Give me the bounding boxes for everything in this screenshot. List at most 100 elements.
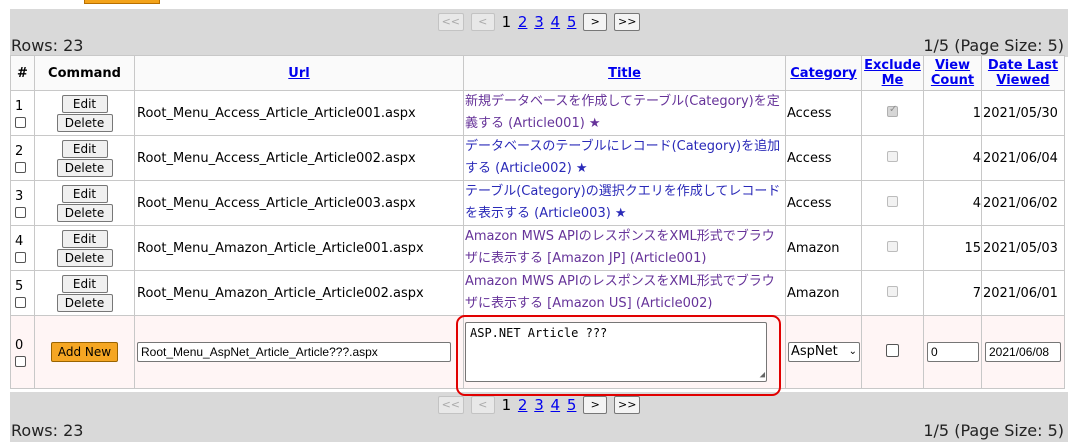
exclude-me-checkbox <box>887 285 898 297</box>
title-cell: Amazon MWS APIのレスポンスをXML形式でブラウザに表示する [Am… <box>463 270 786 316</box>
command-cell: Edit Delete <box>34 270 135 316</box>
pager-page-5[interactable]: 5 <box>567 12 577 32</box>
delete-button[interactable]: Delete <box>56 293 113 312</box>
category-cell: Amazon <box>785 270 862 316</box>
exclude-me-cell <box>861 270 924 316</box>
row-select-checkbox[interactable] <box>15 296 26 308</box>
row-number: 3 <box>15 188 24 204</box>
sort-exclude-me-link[interactable]: Exclude Me <box>864 58 921 88</box>
row-number-cell: 5 <box>10 270 35 316</box>
edit-button[interactable]: Edit <box>61 94 108 113</box>
title-cell: データベースのテーブルにレコード(Category)を追加する (Article… <box>463 135 786 181</box>
top-button-remnant[interactable] <box>84 0 160 4</box>
pager-first-button[interactable]: << <box>437 12 464 31</box>
delete-button[interactable]: Delete <box>56 158 113 177</box>
pager-page-3[interactable]: 3 <box>534 395 544 415</box>
title-textarea-value: ASP.NET Article ??? <box>470 326 608 340</box>
pager-band-top: << < 1 2 3 4 5 > >> Rows: 23 1/5 (Page S… <box>10 9 1068 57</box>
url-cell: Root_Menu_Access_Article_Article001.aspx <box>134 90 464 136</box>
view-count-cell: 15 <box>923 225 982 271</box>
table-row: 1 Edit Delete Root_Menu_Access_Article_A… <box>10 90 1065 136</box>
command-cell: Edit Delete <box>34 180 135 226</box>
url-cell: Root_Menu_Amazon_Article_Article001.aspx <box>134 225 464 271</box>
pager-first-button[interactable]: << <box>437 395 464 414</box>
title-link[interactable]: 新規データベースを作成してテーブル(Category)を定義する (Articl… <box>465 94 780 131</box>
row-number: 4 <box>15 233 24 249</box>
row-select-checkbox[interactable] <box>15 116 26 128</box>
pager-page-4[interactable]: 4 <box>551 12 561 32</box>
edit-button[interactable]: Edit <box>61 184 108 203</box>
row-select-checkbox[interactable] <box>15 161 26 173</box>
title-cell: 新規データベースを作成してテーブル(Category)を定義する (Articl… <box>463 90 786 136</box>
title-link[interactable]: テーブル(Category)の選択クエリを作成してレコードを表示する (Arti… <box>465 184 780 221</box>
pager-page-2[interactable]: 2 <box>518 12 528 32</box>
view-count-input[interactable]: 0 <box>927 342 979 362</box>
url-input[interactable]: Root_Menu_AspNet_Article_Article???.aspx <box>137 342 451 362</box>
command-cell: Add New <box>34 315 135 389</box>
pager-prev-button[interactable]: < <box>470 395 495 414</box>
resize-grip-icon[interactable]: ◢ <box>760 371 765 380</box>
rows-count: Rows: 23 <box>11 421 84 440</box>
exclude-me-cell <box>861 225 924 271</box>
pager-last-button[interactable]: >> <box>613 12 641 31</box>
col-header-title[interactable]: Title <box>463 55 786 91</box>
row-select-checkbox[interactable] <box>15 355 26 367</box>
view-count-cell: 4 <box>923 135 982 181</box>
view-count-cell: 4 <box>923 180 982 226</box>
date-last-viewed-cell: 2021/05/30 <box>981 90 1065 136</box>
row-select-checkbox[interactable] <box>15 251 26 263</box>
pager-page-4[interactable]: 4 <box>551 395 561 415</box>
title-link[interactable]: データベースのテーブルにレコード(Category)を追加する (Article… <box>465 139 780 176</box>
col-header-exclude-me[interactable]: Exclude Me <box>861 55 924 91</box>
date-input[interactable]: 2021/06/08 <box>985 342 1061 362</box>
row-number: 5 <box>15 278 24 294</box>
delete-button[interactable]: Delete <box>56 248 113 267</box>
pager-last-button[interactable]: >> <box>613 395 641 414</box>
title-textarea[interactable]: ASP.NET Article ??? ◢ <box>465 322 767 382</box>
category-cell: Access <box>785 135 862 181</box>
title-cell: テーブル(Category)の選択クエリを作成してレコードを表示する (Arti… <box>463 180 786 226</box>
pager-page-3[interactable]: 3 <box>534 12 544 32</box>
delete-button[interactable]: Delete <box>56 113 113 132</box>
table-row: 5 Edit Delete Root_Menu_Amazon_Article_A… <box>10 270 1065 316</box>
sort-category-link[interactable]: Category <box>790 66 856 81</box>
pager-prev-button[interactable]: < <box>470 12 495 31</box>
category-cell: Access <box>785 90 862 136</box>
title-link[interactable]: Amazon MWS APIのレスポンスをXML形式でブラウザに表示する [Am… <box>465 274 775 311</box>
pager-page-5[interactable]: 5 <box>567 395 577 415</box>
pager-next-button[interactable]: > <box>583 395 608 414</box>
col-header-url[interactable]: Url <box>134 55 464 91</box>
sort-title-link[interactable]: Title <box>608 66 641 81</box>
pager-bottom: << < 1 2 3 4 5 > >> <box>10 394 1068 415</box>
edit-button[interactable]: Edit <box>61 229 108 248</box>
col-header-command: Command <box>34 55 135 91</box>
edit-button[interactable]: Edit <box>61 274 108 293</box>
sort-view-count-link[interactable]: View Count <box>931 58 974 88</box>
sort-date-last-viewed-link[interactable]: Date Last Viewed <box>988 58 1058 88</box>
edit-button[interactable]: Edit <box>61 139 108 158</box>
col-header-date-last-viewed[interactable]: Date Last Viewed <box>981 55 1065 91</box>
pager-next-button[interactable]: > <box>583 12 608 31</box>
new-record-row: 0 Add New Root_Menu_AspNet_Article_Artic… <box>10 315 1065 389</box>
col-header-category[interactable]: Category <box>785 55 862 91</box>
date-last-viewed-cell: 2021/06/02 <box>981 180 1065 226</box>
header-row: # Command Url Title Category Exclude Me … <box>10 55 1065 91</box>
category-select[interactable]: AspNet ⌄ <box>788 342 860 362</box>
row-number: 1 <box>15 98 24 114</box>
add-new-button[interactable]: Add New <box>50 342 119 362</box>
delete-button[interactable]: Delete <box>56 203 113 222</box>
sort-url-link[interactable]: Url <box>288 66 309 81</box>
row-select-checkbox[interactable] <box>15 206 26 218</box>
top-strip <box>0 0 1070 8</box>
command-cell: Edit Delete <box>34 135 135 181</box>
title-link[interactable]: Amazon MWS APIのレスポンスをXML形式でブラウザに表示する [Am… <box>465 229 775 266</box>
rows-count: Rows: 23 <box>11 36 84 55</box>
col-header-num: # <box>10 55 35 91</box>
pager-top: << < 1 2 3 4 5 > >> <box>10 11 1068 32</box>
view-count-input-cell: 0 <box>923 315 982 389</box>
row-number-cell: 2 <box>10 135 35 181</box>
exclude-me-checkbox[interactable] <box>886 343 899 357</box>
col-header-view-count[interactable]: View Count <box>923 55 982 91</box>
command-cell: Edit Delete <box>34 90 135 136</box>
pager-page-2[interactable]: 2 <box>518 395 528 415</box>
